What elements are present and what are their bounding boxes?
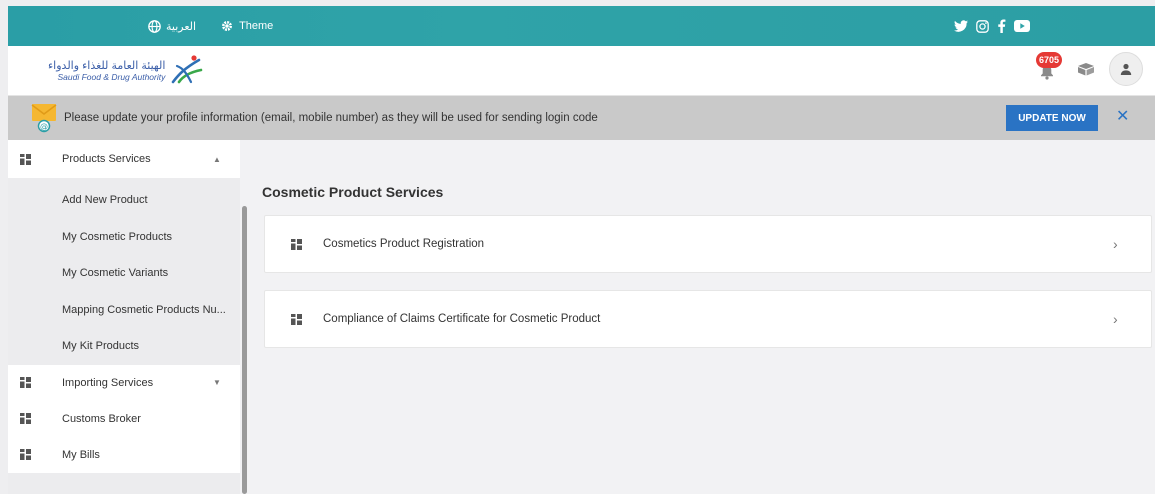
box-icon[interactable] xyxy=(1077,62,1095,76)
header-actions: 6705 xyxy=(1033,52,1143,86)
chevron-right-icon: › xyxy=(1113,311,1118,327)
sidebar: Products Services ▲ Add New Product My C… xyxy=(8,140,240,494)
top-bar-left: العربية Theme xyxy=(148,19,273,33)
close-icon[interactable]: ✕ xyxy=(1116,109,1129,125)
sidebar-item-products-services[interactable]: Products Services ▲ xyxy=(8,140,240,178)
chevron-right-icon: › xyxy=(1113,236,1118,252)
twitter-icon[interactable] xyxy=(954,20,968,32)
sidebar-item-my-bills[interactable]: My Bills xyxy=(8,436,240,473)
logo-mark-icon xyxy=(172,55,203,84)
notifications-button[interactable]: 6705 xyxy=(1033,52,1063,84)
service-card-cosmetics-registration[interactable]: Cosmetics Product Registration › xyxy=(264,215,1152,273)
page-title: Cosmetic Product Services xyxy=(262,184,444,200)
sidebar-item-importing-services[interactable]: Importing Services ▼ xyxy=(8,364,240,401)
service-card-claims-certificate[interactable]: Compliance of Claims Certificate for Cos… xyxy=(264,290,1152,348)
svg-text:@: @ xyxy=(40,122,48,131)
dashboard-grid-icon xyxy=(291,313,302,325)
gear-icon xyxy=(222,21,233,31)
user-icon xyxy=(1120,63,1132,75)
logo-arabic-text: الهيئة العامة للغذاء والدواء xyxy=(48,59,166,72)
sidebar-item-customs-broker[interactable]: Customs Broker xyxy=(8,400,240,437)
user-avatar[interactable] xyxy=(1109,52,1143,86)
dashboard-grid-icon xyxy=(20,153,31,165)
sidebar-subitem-mapping-cosmetic-products[interactable]: Mapping Cosmetic Products Nu... xyxy=(8,292,240,329)
chevron-up-icon[interactable]: ▲ xyxy=(213,155,221,164)
chevron-down-icon[interactable]: ▼ xyxy=(213,378,221,387)
dashboard-grid-icon xyxy=(20,377,31,388)
facebook-icon[interactable] xyxy=(997,19,1006,33)
sidebar-scrollbar[interactable] xyxy=(242,206,247,494)
globe-icon xyxy=(148,19,161,33)
app-frame: العربية Theme الهيئة العامة للغذاء والدو… xyxy=(8,6,1155,494)
service-card-label: Cosmetics Product Registration xyxy=(323,238,485,250)
logo-english-text: Saudi Food & Drug Authority xyxy=(57,71,166,82)
sidebar-subitem-add-new-product[interactable]: Add New Product xyxy=(8,182,240,219)
sfda-logo[interactable]: الهيئة العامة للغذاء والدواء Saudi Food … xyxy=(48,54,205,86)
notification-count-badge: 6705 xyxy=(1036,52,1063,68)
language-switcher[interactable]: العربية xyxy=(148,19,197,33)
profile-update-notice: @ Please update your profile information… xyxy=(8,96,1155,140)
sidebar-item-label: Products Services xyxy=(62,153,151,165)
theme-switcher[interactable]: Theme xyxy=(220,19,273,33)
sidebar-item-label: Importing Services xyxy=(62,376,154,389)
sidebar-subitem-my-cosmetic-variants[interactable]: My Cosmetic Variants xyxy=(8,255,240,292)
youtube-icon[interactable] xyxy=(1014,20,1030,32)
mail-at-icon: @ xyxy=(31,104,57,133)
dashboard-grid-icon xyxy=(20,449,31,460)
instagram-icon[interactable] xyxy=(976,19,989,33)
sidebar-subitem-my-kit-products[interactable]: My Kit Products xyxy=(8,328,240,365)
header: الهيئة العامة للغذاء والدواء Saudi Food … xyxy=(8,46,1155,96)
sidebar-subitem-my-cosmetic-products[interactable]: My Cosmetic Products xyxy=(8,219,240,256)
theme-label: Theme xyxy=(239,20,274,32)
sidebar-item-label: My Bills xyxy=(62,448,100,461)
dashboard-grid-icon xyxy=(291,238,302,250)
notice-message: Please update your profile information (… xyxy=(64,112,598,124)
logo-text: الهيئة العامة للغذاء والدواء Saudi Food … xyxy=(48,59,165,82)
language-label: العربية xyxy=(166,20,197,33)
update-now-button[interactable]: UPDATE NOW xyxy=(1006,105,1098,131)
service-card-label: Compliance of Claims Certificate for Cos… xyxy=(323,313,601,325)
top-bar: العربية Theme xyxy=(8,6,1155,46)
sidebar-item-label: Customs Broker xyxy=(62,412,141,425)
dashboard-grid-icon xyxy=(20,413,31,424)
social-links xyxy=(954,19,1030,33)
